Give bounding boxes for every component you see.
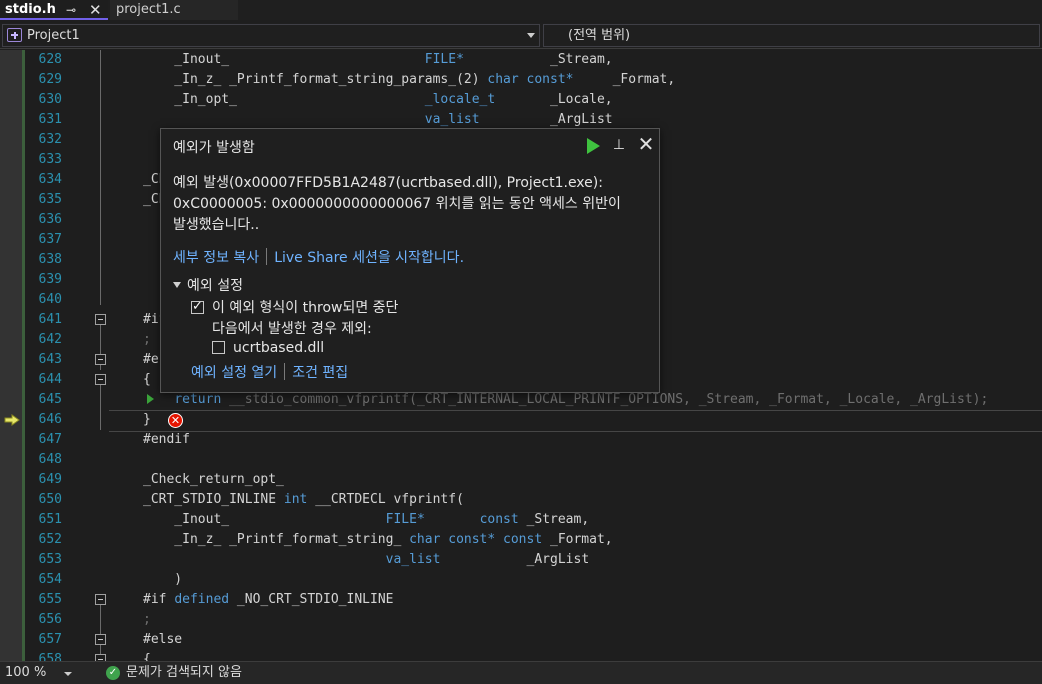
live-share-link[interactable]: Live Share 세션을 시작합니다. (274, 250, 464, 266)
code-text: #if defined _NO_CRT_STDIO_INLINE (143, 592, 394, 607)
editor-status-bar: 100 % ✓ 문제가 검색되지 않음 (0, 661, 1042, 684)
scope-dropdown[interactable]: (전역 범위) (543, 24, 1040, 47)
module-exclusion-label: ucrtbased.dll (233, 340, 325, 356)
issues-status[interactable]: 문제가 검색되지 않음 (126, 662, 242, 684)
zoom-level[interactable]: 100 % (5, 662, 46, 684)
code-line: 656; (0, 610, 1042, 630)
code-line: 630 _In_opt_ _locale_t _Locale, (0, 90, 1042, 110)
code-text: va_list _ArgList (424, 112, 613, 127)
exception-helper-popup: 예외가 발생함 ⊥ ✕ 예외 발생(0x00007FFD5B1A2487(ucr… (160, 128, 660, 393)
code-text: _In_opt_ _locale_t _Locale, (143, 92, 613, 107)
close-icon[interactable]: ✕ (636, 134, 656, 154)
code-line: 629 _In_z_ _Printf_format_string_params_… (0, 70, 1042, 90)
except-when-text: 다음에서 발생한 경우 제외: (212, 321, 372, 337)
open-exception-settings-link[interactable]: 예외 설정 열기 (191, 365, 277, 381)
pin-icon[interactable]: ⊥ (611, 135, 627, 155)
code-text: ; (143, 332, 151, 347)
code-text: #endif (143, 432, 190, 447)
code-text: va_list _ArgList (385, 552, 590, 567)
exception-error-icon[interactable]: ✕ (168, 413, 183, 428)
continue-icon[interactable] (587, 138, 600, 154)
execution-pointer-icon (4, 414, 20, 426)
project-dropdown[interactable]: Project1 (2, 24, 540, 47)
project-icon (7, 28, 22, 42)
code-text: _CRT_STDIO_INLINE int __CRTDECL vfprintf… (143, 492, 464, 507)
tab-project1-c[interactable]: project1.c (110, 0, 238, 20)
code-text: { (143, 372, 151, 387)
break-when-thrown-option[interactable]: 이 예외 형식이 throw되면 중단 (191, 297, 398, 317)
code-line: 645 return __stdio_common_vfprintf(_CRT_… (0, 390, 1042, 410)
collapse-toggle[interactable] (95, 374, 106, 385)
collapse-toggle[interactable] (95, 634, 106, 645)
except-when-label: 다음에서 발생한 경우 제외: (212, 318, 372, 338)
code-line: 653 va_list _ArgList (0, 550, 1042, 570)
collapse-toggle[interactable] (95, 314, 106, 325)
code-line: 648 (38, 452, 62, 467)
code-text: ) (143, 572, 183, 587)
exception-message-line: 발생했습니다.. (173, 217, 260, 233)
popup-bottom-links: 예외 설정 열기 조건 편집 (191, 362, 348, 382)
exception-settings-header[interactable]: 예외 설정 (173, 275, 243, 295)
code-text: ; (143, 612, 151, 627)
navigation-bar: Project1 (전역 범위) (0, 23, 1042, 49)
copy-details-link[interactable]: 세부 정보 복사 (173, 250, 259, 266)
code-line: 631 va_list _ArgList (0, 110, 1042, 130)
exception-message: 예외 발생(0x00007FFD5B1A2487(ucrtbased.dll),… (173, 173, 649, 236)
code-text: #else (143, 632, 183, 647)
code-line: 650 _CRT_STDIO_INLINE int __CRTDECL vfpri… (0, 490, 1042, 510)
code-text: _Inout_ FILE* const _Stream, (143, 512, 590, 527)
code-line: 651 _Inout_ FILE* const _Stream, (0, 510, 1042, 530)
scope-dropdown-label: (전역 범위) (568, 28, 631, 43)
break-when-thrown-label: 이 예외 형식이 throw되면 중단 (212, 300, 399, 316)
exception-message-line: 예외 발생(0x00007FFD5B1A2487(ucrtbased.dll),… (173, 175, 603, 191)
code-line: 647 #endif (0, 430, 1042, 450)
code-text: _In_z_ _Printf_format_string_ char const… (143, 532, 613, 547)
code-line: 655 #if defined _NO_CRT_STDIO_INLINE (0, 590, 1042, 610)
code-text: { (143, 652, 151, 661)
chevron-down-icon (527, 33, 535, 38)
code-text: _Check_return_opt_ (143, 472, 284, 487)
module-exclusion-option[interactable]: ucrtbased.dll (212, 340, 324, 356)
code-text: return __stdio_common_vfprintf(_CRT_INTE… (174, 392, 989, 407)
code-text: #e (143, 352, 159, 367)
code-text: _Inout_ FILE* _Stream, (143, 52, 613, 67)
module-exclusion-checkbox[interactable] (212, 341, 225, 354)
popup-links: 세부 정보 복사 Live Share 세션을 시작합니다. (173, 247, 464, 267)
tab-stdio-h[interactable]: stdio.h ⊸ ✕ (0, 0, 108, 20)
code-line: 652 _In_z_ _Printf_format_string_ char c… (0, 530, 1042, 550)
code-line: 628 _Inout_ FILE* _Stream, (0, 50, 1042, 70)
exception-message-line: 0xC0000005: 0x0000000000000067 위치를 읽는 동안… (173, 196, 621, 212)
document-tab-strip: stdio.h ⊸ ✕ project1.c (0, 0, 1042, 20)
close-icon[interactable]: ✕ (89, 0, 102, 20)
code-line: 657 #else (0, 630, 1042, 650)
link-separator (266, 248, 268, 265)
chevron-down-icon[interactable] (64, 672, 72, 676)
tab-label: project1.c (116, 2, 181, 17)
check-circle-icon: ✓ (106, 666, 120, 680)
code-line: 654 ) (0, 570, 1042, 590)
code-text: _In_z_ _Printf_format_string_params_(2) … (143, 72, 676, 87)
break-when-thrown-checkbox[interactable] (191, 299, 204, 314)
edit-conditions-link[interactable]: 조건 편집 (292, 365, 348, 381)
link-separator (284, 363, 286, 380)
popup-title: 예외가 발생함 (173, 140, 255, 156)
project-dropdown-label: Project1 (27, 28, 80, 43)
expand-triangle-icon (173, 282, 181, 288)
collapse-toggle[interactable] (95, 594, 106, 605)
current-line: 646 } ✕ (0, 410, 1042, 432)
pin-icon[interactable]: ⊸ (66, 0, 76, 20)
collapse-toggle[interactable] (95, 354, 106, 365)
code-text: } (143, 412, 151, 427)
exception-settings-label: 예외 설정 (187, 278, 243, 294)
code-line: 658{ (0, 650, 1042, 661)
code-line: 649 _Check_return_opt_ (0, 470, 1042, 490)
collapse-toggle[interactable] (95, 654, 106, 661)
tab-label: stdio.h (5, 2, 56, 17)
